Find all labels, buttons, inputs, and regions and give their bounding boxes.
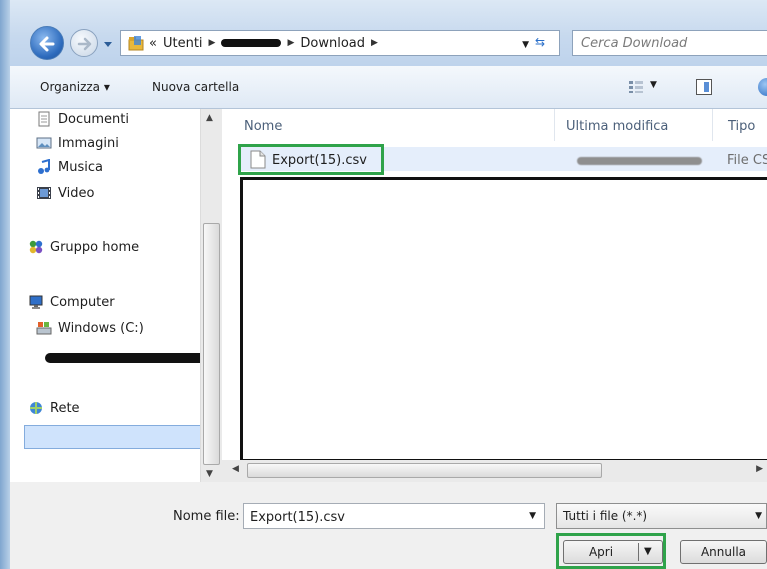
annotation-highlight-open	[556, 533, 666, 569]
filename-dropdown-icon[interactable]: ▼	[529, 511, 536, 521]
nav-item-computer[interactable]: Computer	[28, 294, 115, 310]
address-dropdown-icon[interactable]: ▼	[522, 40, 529, 50]
annotation-highlight-file	[238, 144, 384, 175]
nav-item-label: Gruppo home	[50, 239, 140, 255]
navigation-pane: Documenti Immagini Musica Video Gruppo h…	[10, 109, 222, 482]
scroll-left-icon[interactable]: ◀	[232, 464, 239, 474]
nav-item-documenti[interactable]: Documenti	[36, 111, 129, 127]
title-area: « Utenti ▶ ▶ Download ▶ ▼ ⇆ Cerca Downlo…	[10, 0, 767, 66]
filter-value: Tutti i file (*.*)	[563, 509, 648, 523]
back-button[interactable]	[30, 26, 64, 60]
breadcrumb-separator-icon[interactable]: ▶	[287, 38, 294, 48]
computer-icon	[29, 295, 43, 309]
folder-icon	[128, 36, 144, 51]
new-folder-button[interactable]: Nuova cartella	[152, 80, 239, 94]
cancel-button[interactable]: Annulla	[680, 540, 767, 564]
nav-item-immagini[interactable]: Immagini	[36, 135, 119, 151]
forward-button[interactable]	[70, 29, 98, 57]
filename-label: Nome file:	[173, 509, 240, 524]
file-list-hscrollbar[interactable]: ◀ ▶	[222, 460, 767, 482]
search-input[interactable]: Cerca Download	[572, 30, 767, 56]
pictures-icon	[36, 137, 52, 149]
nav-selection-highlight	[24, 425, 212, 449]
file-type-filter[interactable]: Tutti i file (*.*) ▼	[556, 503, 767, 529]
video-icon	[37, 187, 51, 199]
homegroup-icon	[29, 240, 43, 254]
nav-item-label: Computer	[50, 294, 115, 310]
recent-pages-icon[interactable]	[103, 39, 113, 49]
scroll-thumb[interactable]	[203, 223, 220, 465]
nav-item-label: Musica	[58, 159, 103, 175]
drive-icon	[36, 322, 52, 335]
filename-value: Export(15).csv	[250, 510, 345, 525]
column-header-nome[interactable]: Nome	[244, 119, 282, 134]
filename-input[interactable]: Export(15).csv ▼	[243, 503, 545, 529]
view-dropdown-icon[interactable]: ▼	[650, 80, 657, 90]
preview-pane-icon[interactable]	[696, 79, 712, 95]
nav-item-label: Video	[58, 185, 95, 201]
scroll-right-icon[interactable]: ▶	[756, 464, 763, 474]
help-icon[interactable]	[758, 78, 767, 96]
nav-item-video[interactable]: Video	[36, 185, 94, 201]
arrow-right-icon	[77, 37, 92, 51]
nav-pane-scrollbar[interactable]: ▲ ▼	[200, 109, 222, 482]
column-header-ultima-modifica[interactable]: Ultima modifica	[566, 119, 668, 134]
redacted-drive	[45, 353, 220, 363]
nav-item-label: Documenti	[58, 111, 129, 127]
nav-item-rete[interactable]: Rete	[28, 400, 80, 416]
nav-item-musica[interactable]: Musica	[36, 159, 103, 175]
document-icon	[38, 111, 50, 127]
column-header-tipo[interactable]: Tipo	[728, 119, 755, 134]
breadcrumb-separator-icon[interactable]: ▶	[209, 38, 216, 48]
file-type: File CS	[727, 153, 767, 168]
redacted-area	[240, 177, 767, 462]
network-icon	[30, 402, 42, 414]
breadcrumb-utenti[interactable]: Utenti	[163, 36, 203, 51]
nav-item-gruppo-home[interactable]: Gruppo home	[28, 239, 139, 255]
command-bar: Organizza ▾ Nuova cartella ▼	[10, 66, 767, 109]
column-divider[interactable]	[712, 109, 713, 141]
view-options-icon[interactable]	[628, 80, 644, 94]
music-icon	[38, 159, 50, 174]
nav-item-label: Rete	[50, 400, 80, 416]
breadcrumb-overflow[interactable]: «	[149, 36, 157, 51]
scroll-up-icon[interactable]: ▲	[206, 113, 213, 123]
redacted-date	[577, 157, 702, 165]
nav-item-label: Windows (C:)	[58, 320, 144, 336]
nav-item-label: Immagini	[58, 135, 119, 151]
redacted-username	[221, 39, 282, 47]
scroll-down-icon[interactable]: ▼	[206, 469, 213, 479]
breadcrumb-separator-icon[interactable]: ▶	[371, 38, 378, 48]
breadcrumb-download[interactable]: Download	[300, 36, 365, 51]
address-bar[interactable]: « Utenti ▶ ▶ Download ▶ ▼ ⇆	[120, 30, 560, 56]
filter-dropdown-icon[interactable]: ▼	[755, 511, 762, 521]
organize-button[interactable]: Organizza ▾	[40, 80, 110, 94]
nav-item-windows-c[interactable]: Windows (C:)	[36, 320, 144, 336]
scroll-thumb[interactable]	[247, 463, 602, 478]
arrow-left-icon	[39, 36, 55, 52]
file-list: Nome Ultima modifica Tipo Export(15).csv…	[222, 109, 767, 482]
refresh-icon[interactable]: ⇆	[535, 35, 555, 51]
column-divider[interactable]	[554, 109, 555, 141]
window-frame-left	[0, 0, 10, 569]
